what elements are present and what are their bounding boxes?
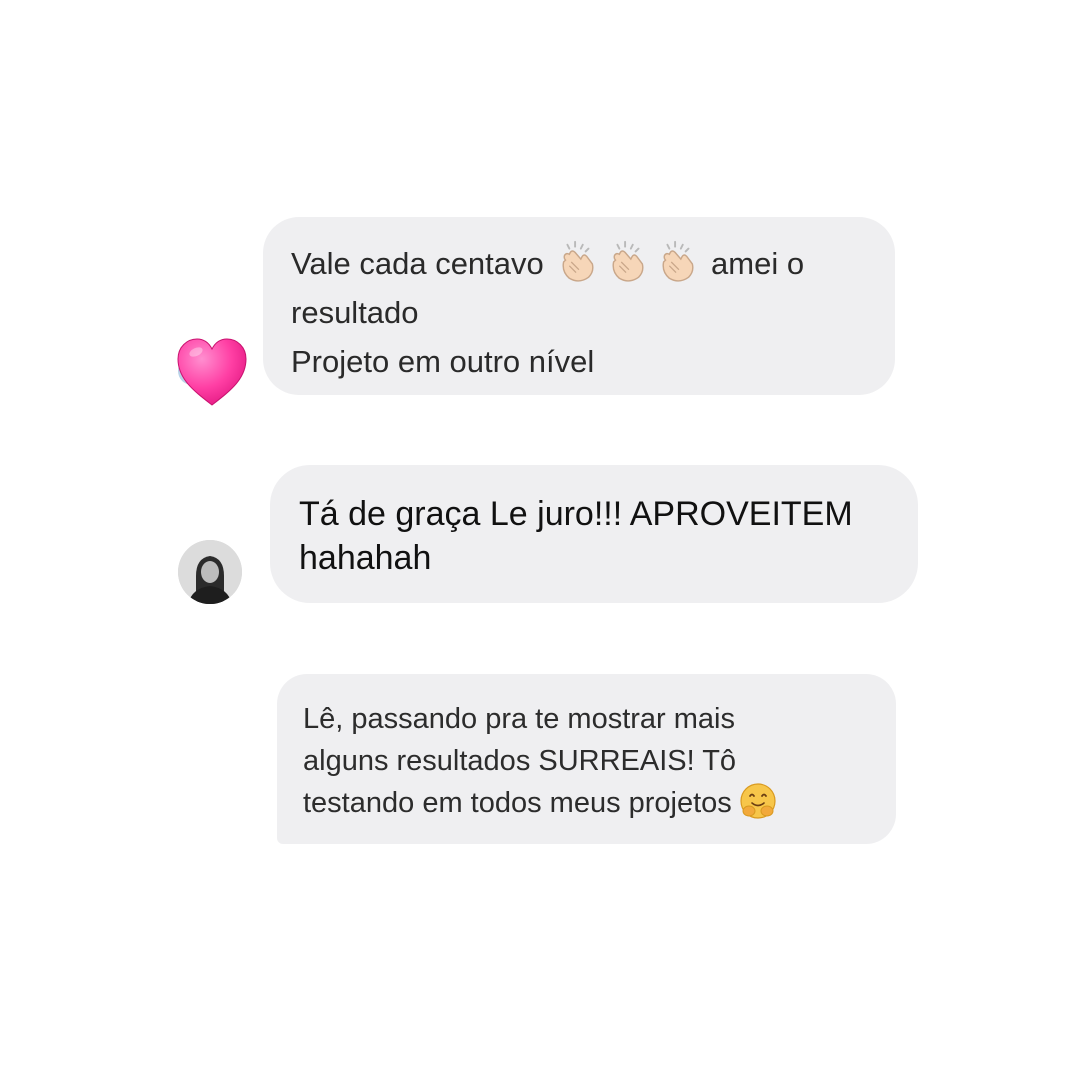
message-text-1: Vale cada centavo amei o resultado Proje… — [291, 239, 869, 386]
message-1-line1-after: amei o — [711, 246, 805, 281]
message-text-2: Tá de graça Le juro!!! APROVEITEM hahaha… — [299, 495, 853, 577]
message-bubble-3[interactable]: Lê, passando pra te mostrar mais alguns … — [277, 674, 896, 844]
clapping-hands-icon — [662, 240, 694, 282]
message-bubble-2[interactable]: Tá de graça Le juro!!! APROVEITEM hahaha… — [270, 465, 918, 603]
clapping-hands-icon — [612, 240, 644, 282]
message-bubble-1[interactable]: Vale cada centavo amei o resultado Proje… — [263, 217, 895, 395]
pink-heart-icon[interactable] — [174, 335, 250, 407]
message-text-3: Lê, passando pra te mostrar mais alguns … — [303, 698, 874, 824]
message-3-text: Lê, passando pra te mostrar mais alguns … — [303, 703, 737, 819]
profile-photo-avatar[interactable] — [178, 540, 242, 604]
person-silhouette-icon — [178, 540, 242, 604]
message-1-line1-before: Vale cada centavo — [291, 246, 544, 281]
message-1-line3: Projeto em outro nível — [291, 344, 595, 379]
clapping-hands-icon — [562, 240, 594, 282]
hugging-face-icon — [740, 783, 776, 819]
message-1-line2: resultado — [291, 295, 419, 330]
